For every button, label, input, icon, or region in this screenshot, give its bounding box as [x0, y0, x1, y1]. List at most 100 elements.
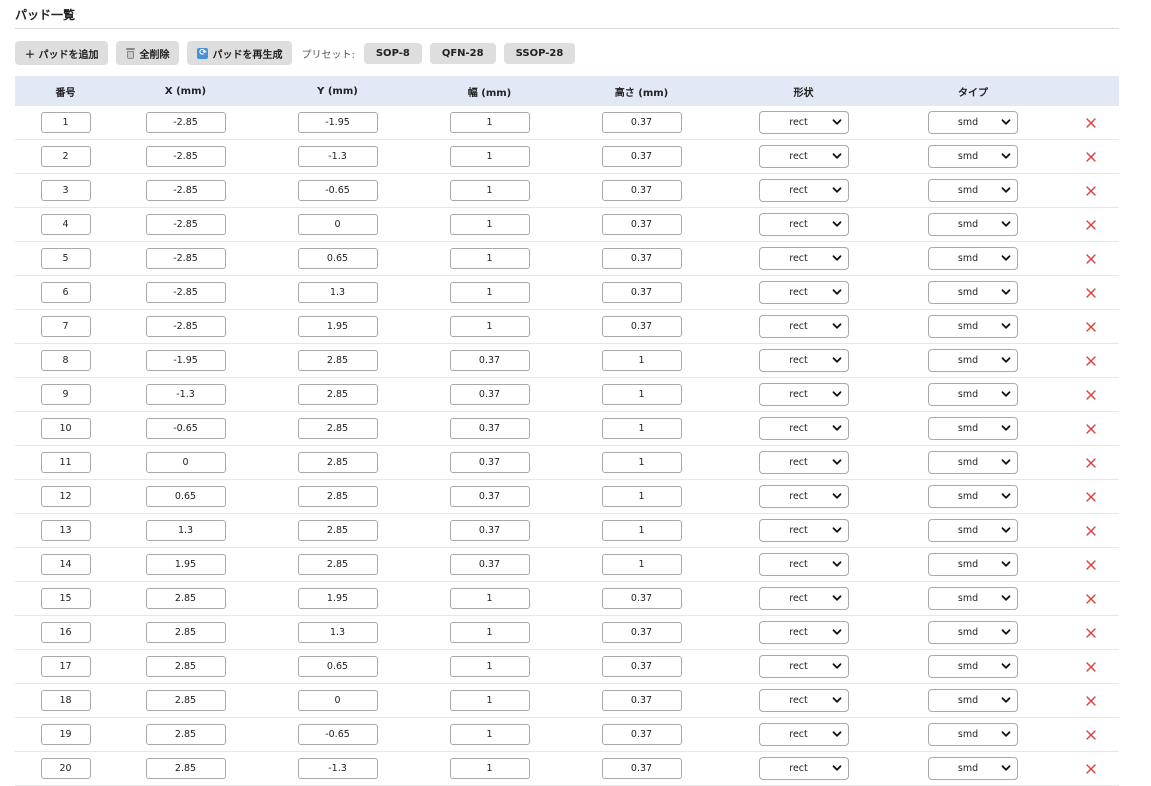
- pad-shape-select[interactable]: rect: [758, 519, 849, 542]
- pad-shape-select[interactable]: rect: [758, 349, 849, 372]
- pad-y-input[interactable]: [297, 724, 378, 745]
- delete-pad-icon[interactable]: [1085, 219, 1097, 231]
- pad-width-input[interactable]: [449, 282, 530, 303]
- delete-pad-icon[interactable]: [1085, 355, 1097, 367]
- pad-height-input[interactable]: [601, 724, 682, 745]
- pad-type-select[interactable]: smd: [928, 349, 1018, 372]
- pad-height-input[interactable]: [601, 554, 682, 575]
- delete-pad-icon[interactable]: [1085, 151, 1097, 163]
- pad-type-select[interactable]: smd: [928, 451, 1018, 474]
- pad-y-input[interactable]: [297, 520, 378, 541]
- pad-y-input[interactable]: [297, 418, 378, 439]
- delete-pad-icon[interactable]: [1085, 729, 1097, 741]
- pad-x-input[interactable]: [145, 316, 226, 337]
- pad-x-input[interactable]: [145, 282, 226, 303]
- delete-pad-icon[interactable]: [1085, 253, 1097, 265]
- delete-pad-icon[interactable]: [1085, 117, 1097, 129]
- pad-width-input[interactable]: [449, 384, 530, 405]
- pad-y-input[interactable]: [297, 316, 378, 337]
- pad-type-select[interactable]: smd: [928, 655, 1018, 678]
- pad-number-input[interactable]: [40, 350, 91, 371]
- pad-shape-select[interactable]: rect: [758, 553, 849, 576]
- pad-x-input[interactable]: [145, 248, 226, 269]
- pad-type-select[interactable]: smd: [928, 553, 1018, 576]
- pad-number-input[interactable]: [40, 146, 91, 167]
- add-pad-button[interactable]: ＋ パッドを追加: [15, 41, 109, 65]
- pad-height-input[interactable]: [601, 588, 682, 609]
- pad-shape-select[interactable]: rect: [758, 485, 849, 508]
- pad-width-input[interactable]: [449, 180, 530, 201]
- preset-sop8-button[interactable]: SOP-8: [363, 42, 422, 64]
- regenerate-pads-button[interactable]: ⟳ パッドを再生成: [187, 41, 293, 65]
- pad-shape-select[interactable]: rect: [758, 723, 849, 746]
- pad-y-input[interactable]: [297, 350, 378, 371]
- pad-height-input[interactable]: [601, 180, 682, 201]
- pad-height-input[interactable]: [601, 656, 682, 677]
- pad-shape-select[interactable]: rect: [758, 621, 849, 644]
- pad-width-input[interactable]: [449, 724, 530, 745]
- pad-number-input[interactable]: [40, 452, 91, 473]
- pad-shape-select[interactable]: rect: [758, 655, 849, 678]
- pad-height-input[interactable]: [601, 146, 682, 167]
- pad-shape-select[interactable]: rect: [758, 247, 849, 270]
- delete-pad-icon[interactable]: [1085, 661, 1097, 673]
- pad-shape-select[interactable]: rect: [758, 417, 849, 440]
- pad-type-select[interactable]: smd: [928, 315, 1018, 338]
- pad-shape-select[interactable]: rect: [758, 451, 849, 474]
- pad-x-input[interactable]: [145, 656, 226, 677]
- pad-y-input[interactable]: [297, 656, 378, 677]
- pad-number-input[interactable]: [40, 758, 91, 779]
- pad-shape-select[interactable]: rect: [758, 145, 849, 168]
- pad-x-input[interactable]: [145, 146, 226, 167]
- delete-pad-icon[interactable]: [1085, 457, 1097, 469]
- pad-width-input[interactable]: [449, 486, 530, 507]
- pad-shape-select[interactable]: rect: [758, 587, 849, 610]
- pad-number-input[interactable]: [40, 282, 91, 303]
- pad-type-select[interactable]: smd: [928, 689, 1018, 712]
- pad-width-input[interactable]: [449, 248, 530, 269]
- pad-type-select[interactable]: smd: [928, 587, 1018, 610]
- pad-height-input[interactable]: [601, 520, 682, 541]
- clear-all-button[interactable]: 全削除: [116, 41, 180, 65]
- pad-x-input[interactable]: [145, 724, 226, 745]
- pad-width-input[interactable]: [449, 622, 530, 643]
- pad-x-input[interactable]: [145, 554, 226, 575]
- delete-pad-icon[interactable]: [1085, 321, 1097, 333]
- pad-y-input[interactable]: [297, 146, 378, 167]
- pad-number-input[interactable]: [40, 418, 91, 439]
- pad-height-input[interactable]: [601, 384, 682, 405]
- pad-height-input[interactable]: [601, 452, 682, 473]
- pad-shape-select[interactable]: rect: [758, 179, 849, 202]
- pad-type-select[interactable]: smd: [928, 383, 1018, 406]
- pad-height-input[interactable]: [601, 418, 682, 439]
- pad-x-input[interactable]: [145, 588, 226, 609]
- pad-width-input[interactable]: [449, 146, 530, 167]
- delete-pad-icon[interactable]: [1085, 559, 1097, 571]
- preset-ssop28-button[interactable]: SSOP-28: [503, 42, 576, 64]
- pad-x-input[interactable]: [145, 690, 226, 711]
- pad-shape-select[interactable]: rect: [758, 281, 849, 304]
- pad-shape-select[interactable]: rect: [758, 383, 849, 406]
- pad-number-input[interactable]: [40, 724, 91, 745]
- pad-type-select[interactable]: smd: [928, 179, 1018, 202]
- pad-x-input[interactable]: [145, 486, 226, 507]
- pad-type-select[interactable]: smd: [928, 111, 1018, 134]
- pad-y-input[interactable]: [297, 758, 378, 779]
- pad-number-input[interactable]: [40, 248, 91, 269]
- pad-width-input[interactable]: [449, 588, 530, 609]
- pad-y-input[interactable]: [297, 452, 378, 473]
- pad-height-input[interactable]: [601, 214, 682, 235]
- pad-x-input[interactable]: [145, 622, 226, 643]
- pad-width-input[interactable]: [449, 316, 530, 337]
- pad-width-input[interactable]: [449, 656, 530, 677]
- delete-pad-icon[interactable]: [1085, 627, 1097, 639]
- pad-height-input[interactable]: [601, 690, 682, 711]
- delete-pad-icon[interactable]: [1085, 593, 1097, 605]
- pad-type-select[interactable]: smd: [928, 621, 1018, 644]
- pad-type-select[interactable]: smd: [928, 281, 1018, 304]
- pad-width-input[interactable]: [449, 690, 530, 711]
- pad-x-input[interactable]: [145, 180, 226, 201]
- pad-x-input[interactable]: [145, 384, 226, 405]
- pad-y-input[interactable]: [297, 554, 378, 575]
- pad-shape-select[interactable]: rect: [758, 111, 849, 134]
